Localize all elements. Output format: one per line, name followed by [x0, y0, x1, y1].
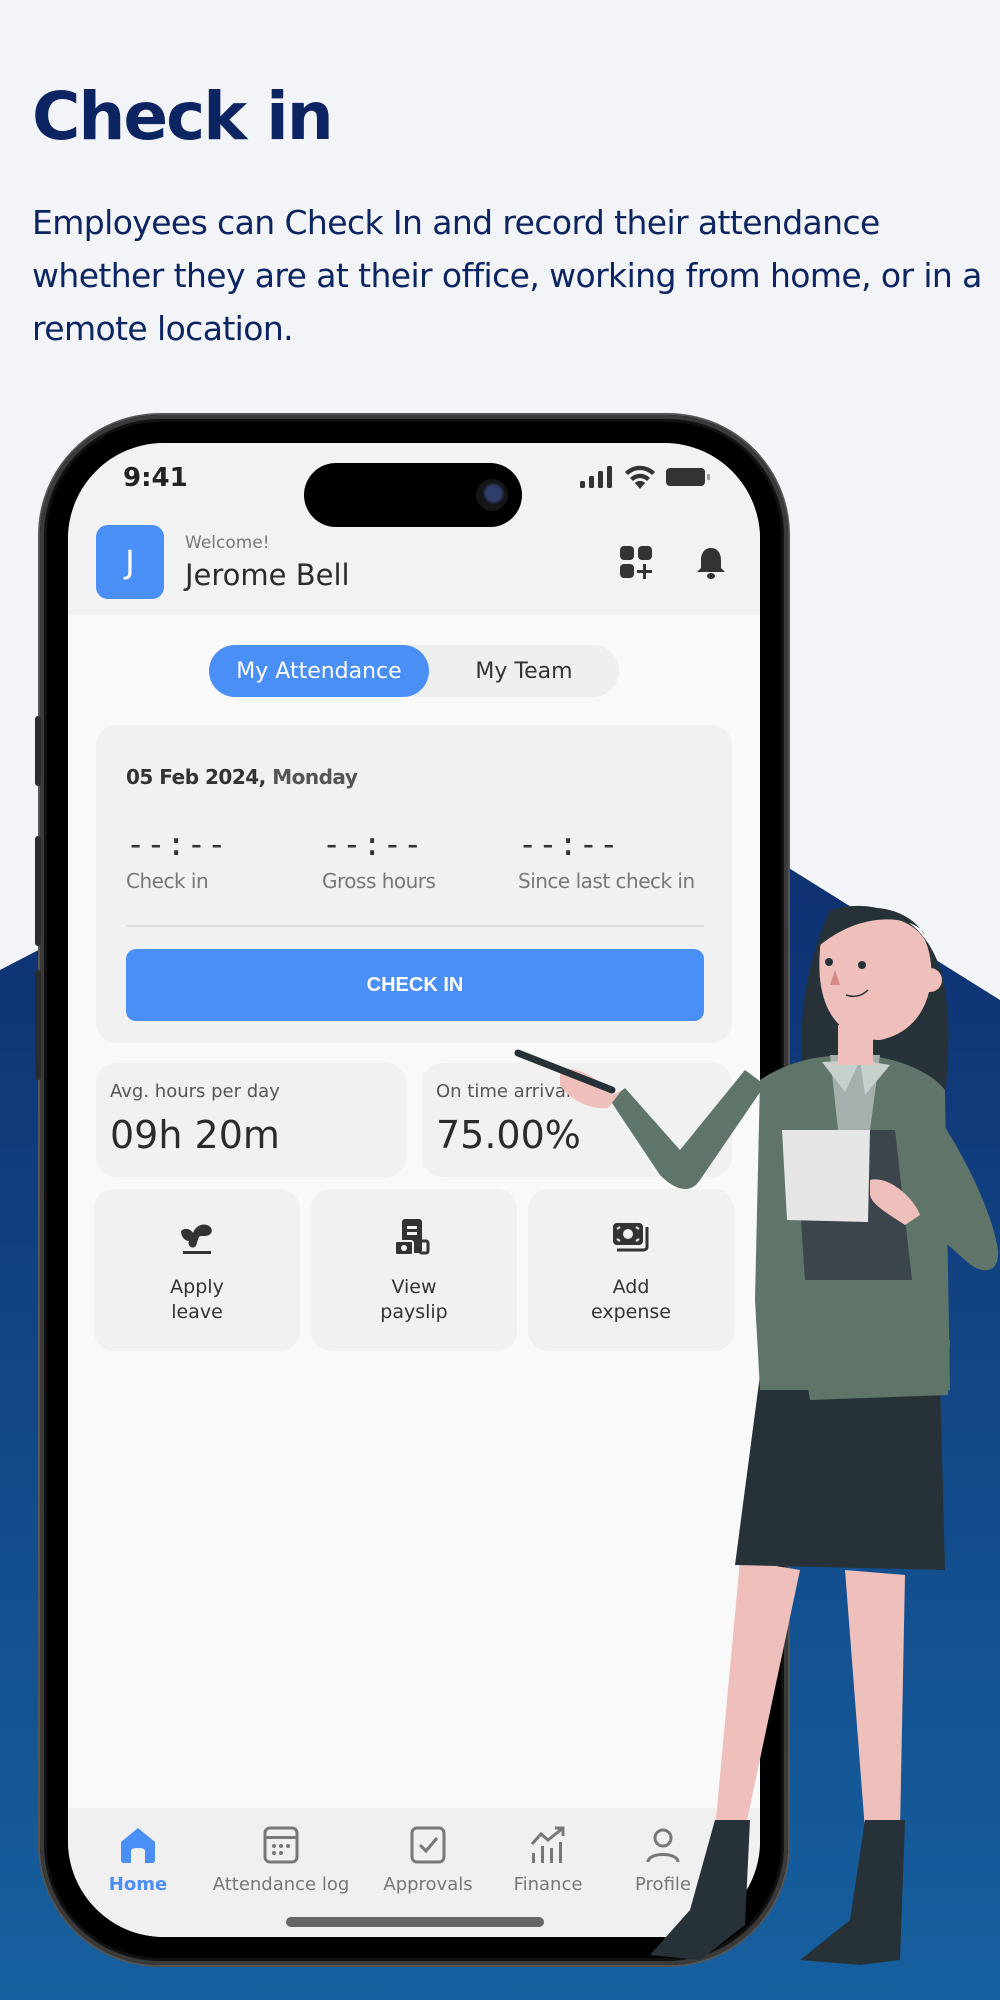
metric-value: --:--: [518, 825, 620, 863]
metric-value: --:--: [322, 825, 424, 863]
tab-finance[interactable]: Finance: [508, 1826, 588, 1895]
tab-my-attendance[interactable]: My Attendance: [209, 645, 429, 697]
camera-icon: [476, 479, 508, 511]
avatar[interactable]: J: [96, 525, 164, 599]
tab-attendance-log[interactable]: Attendance log: [213, 1826, 349, 1895]
metric-check-in: --:-- Check in: [126, 825, 227, 893]
metric-gross-hours: --:-- Gross hours: [322, 825, 436, 893]
payslip-icon: [394, 1219, 430, 1256]
phone-volume-down-button: [35, 970, 41, 1080]
cash-icon: [613, 1223, 649, 1252]
card-divider: [126, 925, 704, 927]
action-label-line1: Apply: [170, 1276, 224, 1298]
attendance-date: 05 Feb 2024, Monday: [126, 765, 358, 789]
action-label-line2: leave: [171, 1301, 223, 1323]
tab-label: Approvals: [383, 1874, 473, 1895]
welcome-label: Welcome!: [185, 533, 270, 553]
status-time: 9:41: [123, 463, 188, 493]
chart-up-icon: [530, 1826, 565, 1863]
wifi-icon: [625, 465, 655, 489]
add-widget-icon[interactable]: [620, 546, 654, 580]
user-name: Jerome Bell: [185, 558, 350, 592]
battery-icon: [666, 468, 710, 486]
day-text: Monday: [272, 765, 358, 789]
attendance-team-toggle: My Attendance My Team: [209, 645, 619, 697]
home-icon: [121, 1828, 155, 1863]
tab-label: Profile: [635, 1874, 691, 1895]
action-label: Apply leave: [170, 1275, 224, 1325]
action-label: View payslip: [380, 1275, 447, 1325]
checkbox-icon: [410, 1826, 446, 1864]
tab-label: Attendance log: [212, 1874, 350, 1895]
metric-value: --:--: [126, 825, 228, 863]
stat-label: Avg. hours per day: [110, 1081, 280, 1102]
metric-label: Gross hours: [322, 869, 436, 893]
signal-icon: [580, 466, 612, 488]
stat-avg-hours: Avg. hours per day 09h 20m: [96, 1063, 406, 1177]
check-in-button[interactable]: CHECK IN: [126, 949, 704, 1021]
metric-label: Since last check in: [518, 869, 695, 893]
bell-icon[interactable]: [696, 546, 726, 580]
view-payslip-button[interactable]: View payslip: [311, 1189, 517, 1351]
action-label-line2: expense: [591, 1301, 671, 1323]
date-text: 05 Feb 2024,: [126, 765, 266, 789]
phone-volume-up-button: [35, 836, 41, 946]
dynamic-island: [304, 463, 522, 527]
add-expense-button[interactable]: Add expense: [528, 1189, 734, 1351]
action-label-line1: View: [391, 1276, 437, 1298]
tab-approvals[interactable]: Approvals: [382, 1826, 474, 1895]
tab-my-team[interactable]: My Team: [429, 645, 619, 697]
stat-label: On time arrival: [436, 1081, 571, 1102]
tab-home[interactable]: Home: [102, 1826, 174, 1895]
tab-label: Finance: [513, 1874, 583, 1895]
tab-profile[interactable]: Profile: [628, 1826, 698, 1895]
calendar-icon: [263, 1826, 299, 1864]
action-label-line1: Add: [612, 1276, 650, 1298]
apply-leave-button[interactable]: Apply leave: [94, 1189, 300, 1351]
beach-icon: [181, 1224, 212, 1254]
action-label: Add expense: [591, 1275, 671, 1325]
app-screen: 9:41 J Welcome! Jerome Bell My Attendanc…: [68, 443, 760, 1937]
page-description: Employees can Check In and record their …: [32, 203, 982, 348]
metric-label: Check in: [126, 869, 209, 893]
home-indicator: [286, 1917, 544, 1927]
app-header: 9:41 J Welcome! Jerome Bell: [68, 443, 760, 615]
user-icon: [646, 1828, 680, 1863]
attendance-card: 05 Feb 2024, Monday --:-- Check in --:--…: [96, 725, 732, 1043]
stat-value: 75.00%: [436, 1113, 581, 1157]
action-label-line2: payslip: [380, 1301, 448, 1323]
phone-action-button: [35, 716, 41, 786]
page-headline: Check in: [32, 78, 334, 155]
tab-label: Home: [108, 1874, 168, 1895]
stat-on-time-arrival: On time arrival 75.00%: [422, 1063, 732, 1177]
metric-since-last-check-in: --:-- Since last check in: [518, 825, 695, 893]
stat-value: 09h 20m: [110, 1113, 280, 1157]
status-icons: [580, 465, 710, 489]
